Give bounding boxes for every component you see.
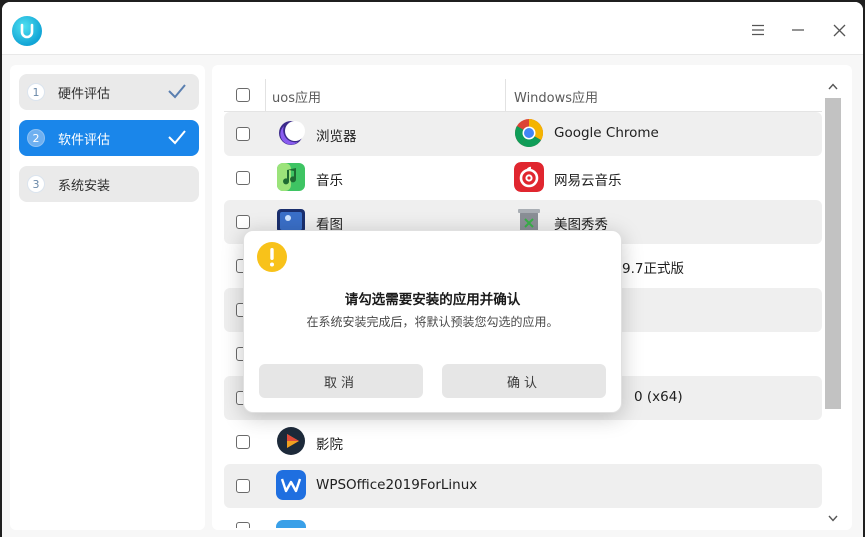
column-header-uos: uos应用 [272,91,321,106]
title-bar [2,2,863,55]
menu-icon [752,24,764,36]
music-icon [277,163,305,191]
table-header: uos应用 Windows应用 [224,79,822,112]
browser-icon [279,121,305,145]
uos-app-name: 音乐 [316,173,343,189]
row-checkbox[interactable] [236,127,250,141]
vertical-scrollbar[interactable] [824,77,842,529]
column-divider [265,79,266,111]
step-number: 3 [27,175,45,193]
table-row[interactable]: 浏览器 Google Chrome [224,112,822,156]
windows-app-name: 9.7正式版 [622,261,684,277]
check-icon [168,130,186,145]
windows-app-name: 0 (x64) [634,389,683,405]
uos-app-name: 影院 [316,437,343,453]
close-icon [833,24,845,36]
warning-icon [257,242,287,272]
step-hardware[interactable]: 1 硬件评估 [19,74,199,110]
uos-app-name: WPSOffice2019ForLinux [316,477,478,493]
chrome-icon [515,119,543,147]
app-window: 1 硬件评估 2 软件评估 3 系统安装 uos应用 Windows应用 浏览器… [2,2,863,537]
step-software[interactable]: 2 软件评估 [19,120,199,156]
step-label: 系统安装 [58,178,111,194]
minimize-icon [792,29,804,31]
uos-app-name: 浏览器 [316,129,357,145]
close-button[interactable] [825,16,853,44]
step-install[interactable]: 3 系统安装 [19,166,199,202]
row-checkbox[interactable] [236,215,250,229]
step-number: 2 [27,129,45,147]
cancel-button[interactable]: 取消 [259,364,423,398]
app-icon [276,520,306,528]
step-label: 软件评估 [58,132,111,148]
wps-icon [276,470,306,500]
movie-icon [277,427,305,455]
row-checkbox[interactable] [236,435,250,449]
row-checkbox[interactable] [236,522,250,528]
table-row[interactable]: 音乐 网易云音乐 [224,156,822,200]
scroll-thumb[interactable] [825,98,841,409]
step-sidebar: 1 硬件评估 2 软件评估 3 系统安装 [10,65,205,530]
scroll-up-button[interactable] [827,81,839,91]
chevron-down-icon [828,515,838,522]
table-row[interactable] [224,508,822,528]
windows-app-name: 网易云音乐 [554,173,622,189]
scroll-down-button[interactable] [827,513,839,523]
dialog-title: 请勾选需要安装的应用并确认 [344,292,521,308]
netease-music-icon [514,162,544,192]
step-label: 硬件评估 [58,86,111,102]
dialog-message: 在系统安装完成后，将默认预装您勾选的应用。 [306,315,559,329]
check-icon [168,84,186,99]
column-divider [505,79,506,111]
confirm-button[interactable]: 确认 [442,364,606,398]
minimize-button[interactable] [784,16,812,44]
chevron-up-icon [828,82,838,89]
table-row[interactable]: 影院 [224,420,822,464]
step-number: 1 [27,83,45,101]
table-row[interactable]: WPSOffice2019ForLinux [224,464,822,508]
column-header-windows: Windows应用 [514,91,599,106]
uos-logo-icon [12,16,42,46]
row-checkbox[interactable] [236,171,250,185]
windows-app-name: Google Chrome [554,125,659,141]
menu-button[interactable] [744,16,772,44]
row-checkbox[interactable] [236,479,250,493]
select-all-checkbox[interactable] [236,88,250,102]
confirm-dialog: 请勾选需要安装的应用并确认 在系统安装完成后，将默认预装您勾选的应用。 取消 确… [243,230,622,413]
